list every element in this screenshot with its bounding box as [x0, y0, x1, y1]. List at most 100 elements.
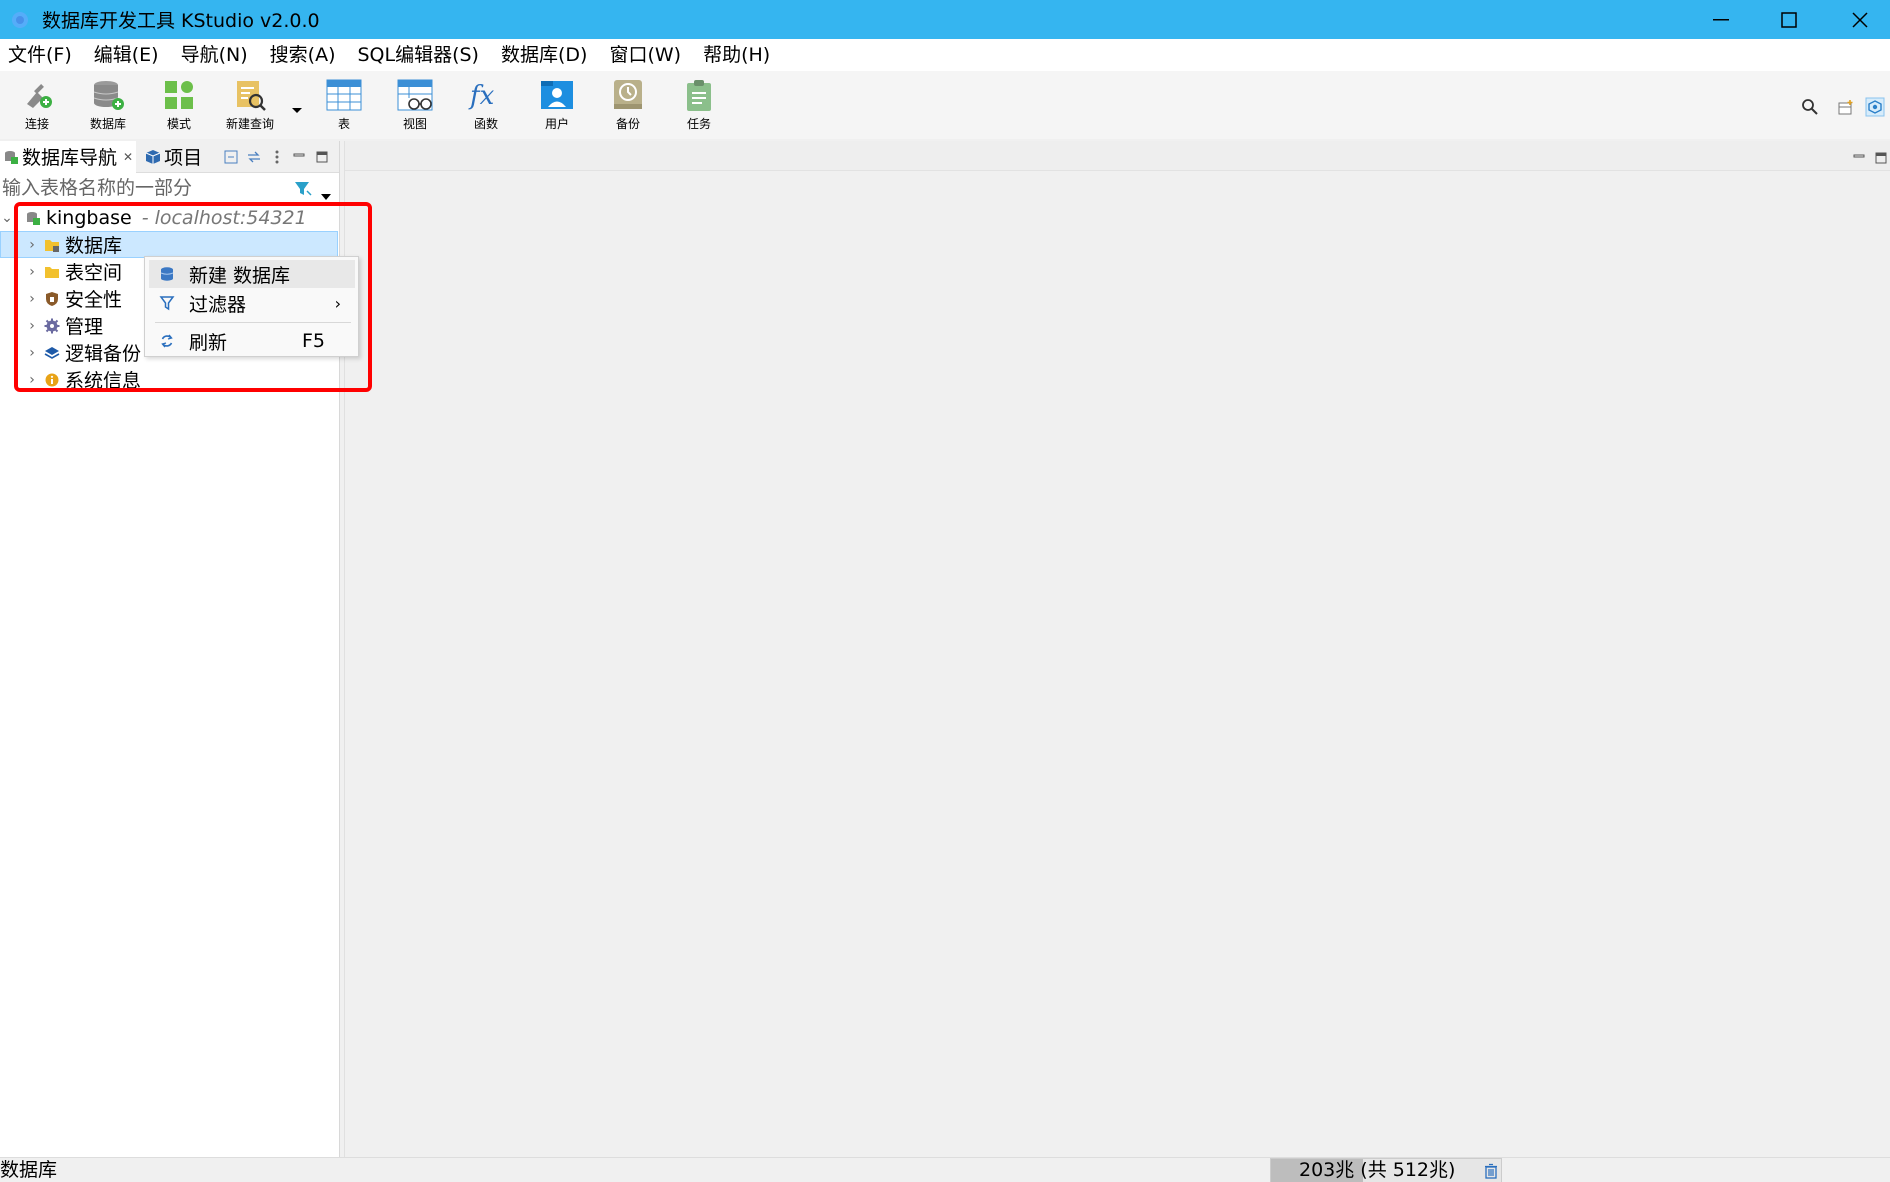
info-icon — [43, 371, 61, 389]
toolbar-label: 函数 — [473, 117, 498, 131]
tree-node-system-info[interactable]: › 系统信息 — [0, 366, 338, 393]
function-icon: fx — [467, 77, 505, 113]
folder-icon — [43, 263, 61, 281]
menu-item-refresh[interactable]: 刷新 F5 — [149, 327, 355, 355]
editor-tab-strip — [345, 141, 1890, 171]
backup-icon — [609, 77, 647, 113]
toolbar-label: 数据库 — [89, 117, 126, 131]
trash-icon[interactable] — [1484, 1162, 1498, 1182]
tab-projects[interactable]: 项目 — [142, 141, 205, 173]
tree-node-label: 安全性 — [65, 289, 123, 311]
svg-text:fx: fx — [468, 81, 495, 111]
minimize-button[interactable] — [1685, 0, 1757, 39]
expand-arrow-icon[interactable]: › — [25, 264, 39, 280]
user-button[interactable]: 用户 — [527, 77, 587, 137]
perspective-icon[interactable] — [1864, 96, 1886, 118]
tab-database-navigator[interactable]: 数据库导航 ✕ — [0, 140, 137, 173]
menu-sql-editor[interactable]: SQL编辑器(S) — [346, 39, 490, 71]
close-tab-icon[interactable]: ✕ — [123, 150, 133, 164]
table-icon — [325, 77, 363, 113]
toolbar-label: 用户 — [544, 117, 569, 131]
database-add-icon — [89, 77, 127, 113]
open-perspective-icon[interactable] — [1835, 96, 1857, 118]
expand-arrow-icon[interactable]: › — [25, 318, 39, 334]
expand-arrow-icon[interactable]: › — [25, 372, 39, 388]
schema-icon — [160, 77, 198, 113]
navigator-tabs: 数据库导航 ✕ 项目 — [0, 140, 339, 173]
user-icon — [538, 77, 576, 113]
menu-search[interactable]: 搜索(A) — [259, 39, 347, 71]
gear-icon — [43, 317, 61, 335]
search-icon[interactable] — [1799, 96, 1821, 118]
menu-bar: 文件(F) 编辑(E) 导航(N) 搜索(A) SQL编辑器(S) 数据库(D)… — [0, 39, 1890, 71]
plug-icon — [18, 77, 56, 113]
connect-button[interactable]: 连接 — [7, 77, 67, 137]
refresh-icon — [157, 331, 177, 351]
tree-node-label: 数据库 — [65, 235, 123, 257]
tab-label: 数据库导航 — [22, 147, 118, 169]
task-icon — [680, 77, 718, 113]
table-filter-input[interactable] — [0, 175, 290, 201]
toolbar-label: 新建查询 — [225, 117, 274, 131]
memory-text: 203兆 (共 512兆) — [1299, 1159, 1456, 1181]
connection-icon — [24, 209, 42, 227]
table-button[interactable]: 表 — [314, 77, 374, 137]
menu-database[interactable]: 数据库(D) — [490, 39, 598, 71]
view-button[interactable]: 视图 — [385, 77, 445, 137]
menu-window[interactable]: 窗口(W) — [598, 39, 692, 71]
menu-item-label: 刷新 — [189, 331, 228, 354]
tree-node-host: - localhost:54321 — [141, 206, 307, 229]
database-button[interactable]: 数据库 — [78, 77, 138, 137]
minimize-panel-icon[interactable] — [291, 149, 307, 165]
context-menu: 新建 数据库 过滤器 › 刷新 F5 — [144, 256, 359, 357]
schema-button[interactable]: 模式 — [149, 77, 209, 137]
toolbar-label: 表 — [337, 117, 350, 131]
shield-icon — [43, 290, 61, 308]
collapse-arrow-icon[interactable]: ⌄ — [0, 210, 14, 226]
new-query-dropdown-arrow[interactable] — [290, 98, 304, 113]
backup-button[interactable]: 备份 — [598, 77, 658, 137]
new-query-button[interactable]: 新建查询 — [220, 77, 280, 137]
menu-file[interactable]: 文件(F) — [0, 39, 83, 71]
maximize-editor-icon[interactable] — [1875, 147, 1887, 169]
new-query-icon — [231, 77, 269, 113]
title-bar: 数据库开发工具 KStudio v2.0.0 — [0, 0, 1890, 39]
expand-arrow-icon[interactable]: › — [25, 237, 39, 253]
filter-icon[interactable] — [294, 180, 312, 202]
filter-dropdown-arrow[interactable] — [320, 184, 332, 206]
tree-node-label: 管理 — [65, 316, 104, 338]
menu-help[interactable]: 帮助(H) — [692, 39, 781, 71]
collapse-all-icon[interactable] — [223, 149, 239, 165]
maximize-panel-icon[interactable] — [314, 149, 330, 165]
tab-label: 项目 — [164, 147, 203, 169]
folder-db-icon — [43, 236, 61, 254]
function-button[interactable]: fx 函数 — [456, 77, 516, 137]
menu-navigate[interactable]: 导航(N) — [170, 39, 259, 71]
view-icon — [396, 77, 434, 113]
minimize-editor-icon[interactable] — [1853, 147, 1865, 169]
status-text: 数据库 — [0, 1159, 58, 1181]
view-menu-icon[interactable] — [269, 149, 285, 165]
tree-node-kingbase[interactable]: ⌄ kingbase - localhost:54321 — [0, 204, 338, 231]
tree-node-label: 系统信息 — [65, 370, 142, 392]
submenu-arrow-icon: › — [334, 293, 341, 313]
menu-item-label: 过滤器 — [189, 293, 247, 316]
close-button[interactable] — [1824, 0, 1890, 39]
toolbar: 连接 数据库 模式 新建查询 表 视图 fx 函数 用户 备份 任务 — [0, 71, 1890, 139]
menu-item-filter[interactable]: 过滤器 › — [149, 289, 355, 317]
expand-arrow-icon[interactable]: › — [25, 291, 39, 307]
menu-item-new-database[interactable]: 新建 数据库 — [149, 260, 355, 288]
tree-node-databases[interactable]: › 数据库 — [0, 231, 338, 258]
status-bar: 数据库 203兆 (共 512兆) — [0, 1157, 1890, 1182]
menu-edit[interactable]: 编辑(E) — [83, 39, 170, 71]
link-with-editor-icon[interactable] — [246, 149, 262, 165]
expand-arrow-icon[interactable]: › — [25, 345, 39, 361]
maximize-button[interactable] — [1753, 0, 1825, 39]
task-button[interactable]: 任务 — [669, 77, 729, 137]
toolbar-label: 备份 — [615, 117, 640, 131]
table-filter-box — [0, 174, 338, 202]
project-icon — [145, 149, 161, 165]
menu-item-shortcut: F5 — [301, 330, 325, 352]
toolbar-label: 连接 — [24, 117, 49, 131]
tree-node-label: 逻辑备份 — [65, 343, 142, 365]
